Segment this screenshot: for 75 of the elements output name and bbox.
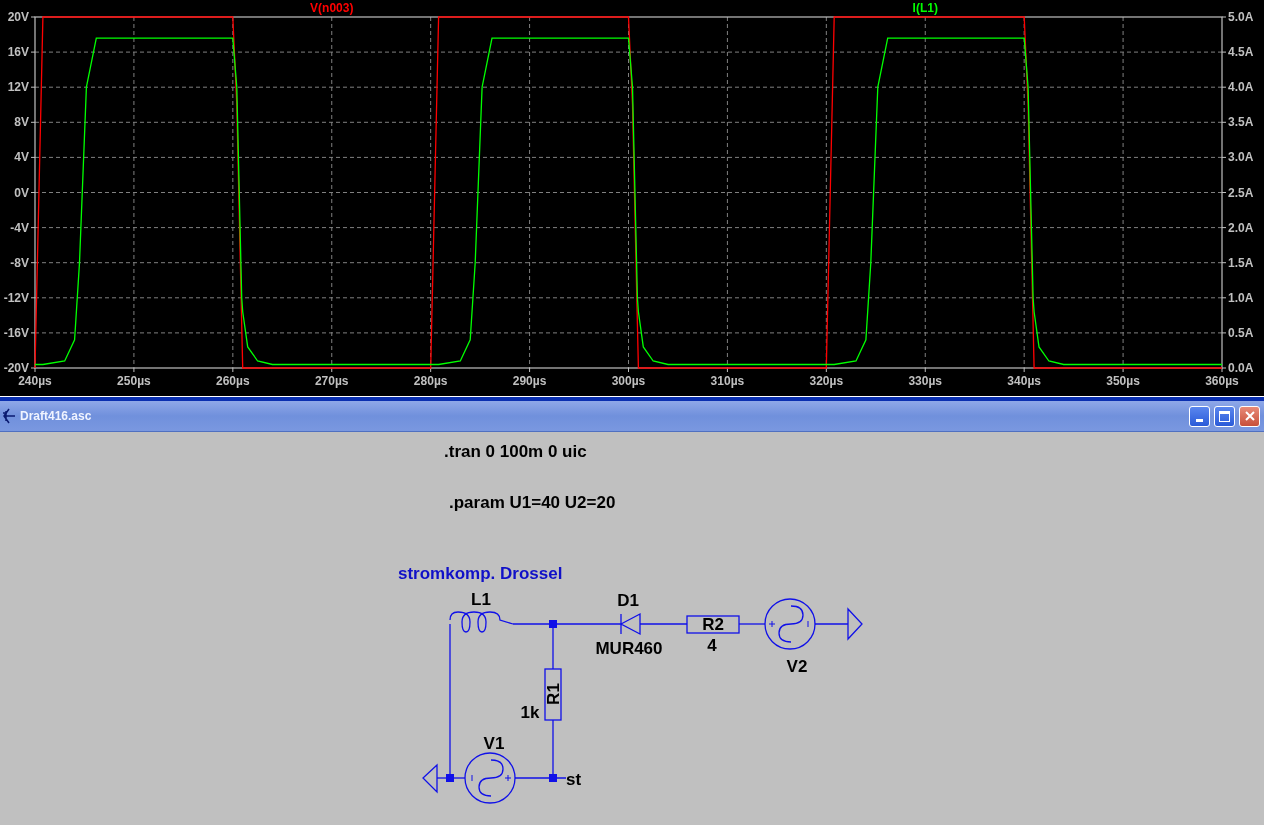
y-axis-label: 5.0A <box>1228 10 1254 24</box>
y-axis-label: -20V <box>3 361 29 375</box>
close-button[interactable] <box>1239 405 1260 427</box>
wire <box>738 623 766 625</box>
x-axis-label: 270µs <box>314 374 349 388</box>
component-value[interactable]: 4 <box>707 636 717 655</box>
y-axis-label: -16V <box>3 325 29 340</box>
y-axis-label: 1.5A <box>1228 255 1254 270</box>
component-name[interactable]: V2 <box>786 657 808 676</box>
y-axis-label: 0V <box>14 185 29 200</box>
maximize-button[interactable] <box>1214 405 1235 427</box>
x-axis-label: 250µs <box>117 374 151 388</box>
schematic-comment[interactable]: stromkomp. Drossel <box>398 564 563 583</box>
minimize-button[interactable] <box>1189 405 1210 427</box>
y-axis-label: 0.0A <box>1228 361 1254 375</box>
spice-directive[interactable]: .tran 0 100m 0 uic <box>444 442 587 461</box>
maximize-icon <box>1219 410 1230 422</box>
trace-name[interactable]: V(n003) <box>310 1 354 15</box>
y-axis-label: -12V <box>3 290 29 305</box>
y-axis-label: 2.5A <box>1228 185 1254 200</box>
y-axis-label: 3.0A <box>1228 150 1254 165</box>
close-icon <box>1243 410 1256 422</box>
x-axis-label: 360µs <box>1205 374 1239 388</box>
x-axis-label: 310µs <box>710 374 745 388</box>
net-label[interactable]: st <box>566 770 582 789</box>
y-axis-label: -4V <box>10 220 29 235</box>
resistor-symbol[interactable] <box>544 668 562 721</box>
x-tick <box>825 367 827 373</box>
x-axis-label: 290µs <box>512 374 547 388</box>
voltage-source-symbol[interactable] <box>764 598 816 650</box>
trace-name[interactable]: I(L1) <box>912 1 938 15</box>
x-tick <box>1122 367 1124 373</box>
ground-symbol <box>847 607 863 641</box>
y-tick <box>30 367 36 369</box>
inductor-symbol[interactable] <box>449 611 514 633</box>
y-axis-label: 4V <box>14 150 29 165</box>
component-value[interactable]: MUR460 <box>595 639 663 658</box>
y-axis-label: 4.0A <box>1228 80 1254 95</box>
app-icon <box>2 408 16 424</box>
y-axis-label: 4.5A <box>1228 45 1254 60</box>
x-axis-label: 300µs <box>611 374 646 388</box>
wire <box>639 623 688 625</box>
component-value[interactable]: 1k <box>520 703 540 722</box>
y-axis-label: 3.5A <box>1228 115 1254 130</box>
spice-directive[interactable]: .param U1=40 U2=20 <box>449 493 616 512</box>
y-axis-label: 2.0A <box>1228 220 1254 235</box>
y-axis-label: 0.5A <box>1228 325 1254 340</box>
y-axis-label: -8V <box>10 255 29 270</box>
wire <box>814 623 849 625</box>
resistor-symbol[interactable] <box>686 615 740 634</box>
minimize-icon <box>1196 418 1203 422</box>
x-tick <box>430 367 432 373</box>
x-tick <box>726 367 728 373</box>
y-axis-label: 8V <box>14 115 29 130</box>
component-name[interactable]: V1 <box>483 734 505 753</box>
y-axis-label: 1.0A <box>1228 290 1254 305</box>
component-name[interactable]: R2 <box>702 615 724 634</box>
x-axis-label: 280µs <box>413 374 448 388</box>
x-axis-label: 240µs <box>18 374 52 388</box>
x-axis-label: 340µs <box>1007 374 1041 388</box>
diode-symbol[interactable] <box>620 612 641 635</box>
y-axis-label: 12V <box>7 80 29 95</box>
component-name[interactable]: L1 <box>471 590 491 609</box>
x-axis-label: 330µs <box>908 374 943 388</box>
voltage-source-symbol[interactable] <box>464 752 516 804</box>
x-axis-label: 350µs <box>1106 374 1140 388</box>
x-tick <box>331 367 333 373</box>
window-title: Draft416.asc <box>20 409 92 423</box>
y-axis-label: 16V <box>7 45 29 60</box>
component-name[interactable]: R1 <box>544 683 563 705</box>
ground-symbol <box>422 763 438 794</box>
component-name[interactable]: D1 <box>617 591 639 610</box>
y-axis-label: 20V <box>7 10 29 24</box>
x-axis-label: 320µs <box>809 374 844 388</box>
x-axis-label: 260µs <box>216 374 250 388</box>
